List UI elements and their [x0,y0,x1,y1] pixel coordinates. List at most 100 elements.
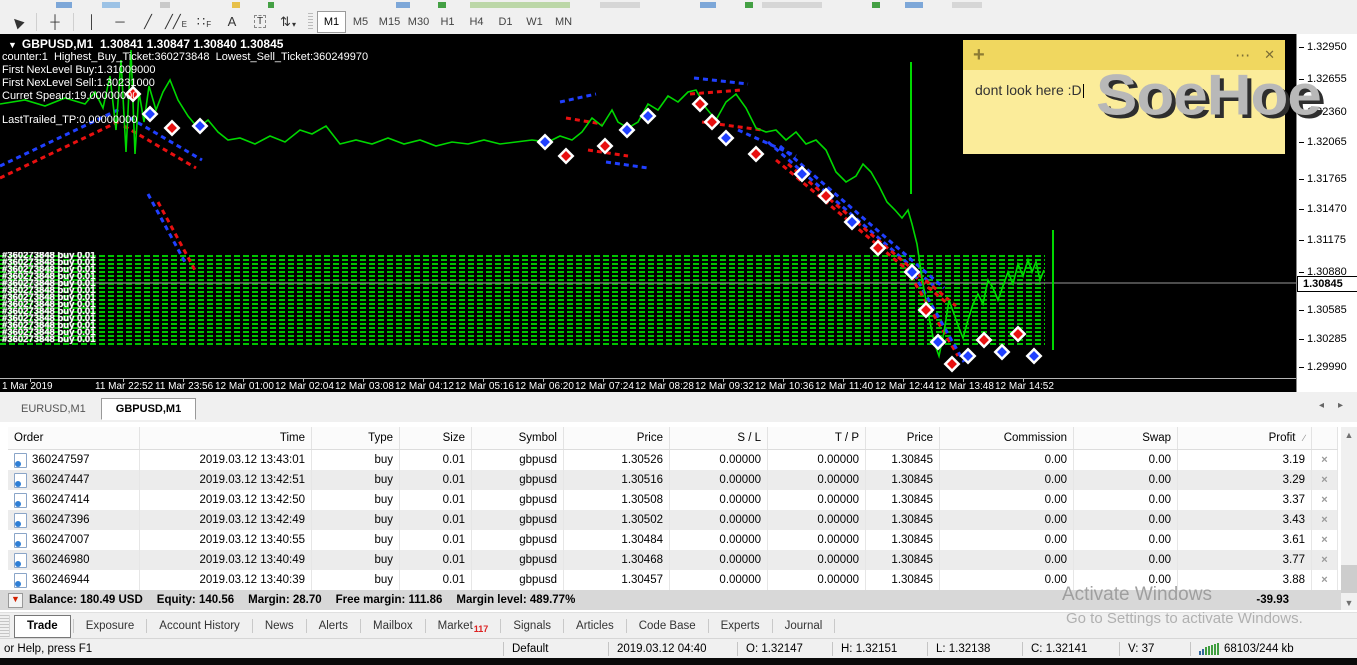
order-doc-icon [14,573,27,588]
tab-scroll-left-icon[interactable]: ◂ [1319,400,1324,411]
timeframe-m30[interactable]: M30 [404,11,433,33]
trendline-button[interactable]: ╱ [135,10,161,33]
status-cells: Default2019.03.12 04:40O: 1.32147H: 1.32… [503,642,1357,656]
timeframe-d1[interactable]: D1 [491,11,520,33]
close-order-icon[interactable]: × [1312,510,1338,530]
pointer-button[interactable]: ◀ [5,10,31,33]
column-header-swap[interactable]: Swap [1074,427,1178,449]
cell-commission: 0.00 [940,490,1074,510]
cell-symbol: gbpusd [472,470,564,490]
note-close-icon[interactable]: ✕ [1264,47,1275,63]
column-header-type[interactable]: Type [312,427,400,449]
time-tick [123,379,124,382]
close-order-icon[interactable]: × [1312,550,1338,570]
table-row[interactable]: 3602473962019.03.12 13:42:49buy0.01gbpus… [8,510,1338,530]
scroll-up-icon[interactable]: ▲ [1341,427,1357,442]
terminal-tab-market[interactable]: Market117 [428,617,499,636]
close-order-icon[interactable]: × [1312,490,1338,510]
table-row[interactable]: 3602470072019.03.12 13:40:55buy0.01gbpus… [8,530,1338,550]
arrows-dropdown-icon: ⇅ [280,14,291,30]
terminal-tab-exposure[interactable]: Exposure [76,617,145,636]
cell-commission: 0.00 [940,510,1074,530]
terminal-tab-account-history[interactable]: Account History [149,617,250,636]
collapse-icon[interactable]: ▼ [8,40,17,50]
text-label-button[interactable]: T [247,10,273,33]
cell-symbol: gbpusd [472,550,564,570]
note-menu-icon[interactable]: ⋯ [1235,46,1250,64]
note-add-icon[interactable]: + [973,44,985,67]
table-row[interactable]: 3602474142019.03.12 13:42:50buy0.01gbpus… [8,490,1338,510]
chart-tab-gbpusd-m1[interactable]: GBPUSD,M1 [101,398,196,420]
timeframe-w1[interactable]: W1 [520,11,549,33]
close-order-icon[interactable]: × [1312,470,1338,490]
column-header-sl[interactable]: S / L [670,427,768,449]
table-row[interactable]: 3602475972019.03.12 13:43:01buy0.01gbpus… [8,450,1338,470]
network-bars-icon [1199,643,1219,655]
status-profile[interactable]: Default [503,642,608,656]
time-tick [1023,379,1024,382]
activate-windows-subtext: Go to Settings to activate Windows. [1066,610,1303,627]
column-header-order[interactable]: Order [8,427,140,449]
arrows-dropdown-button[interactable]: ⇅▾ [275,10,301,33]
price-tick [1299,240,1304,241]
status-open-price: O: 1.32147 [737,642,832,656]
tab-scroll-right-icon[interactable]: ▸ [1338,400,1343,411]
column-header-profit[interactable]: Profit∕ [1178,427,1312,449]
equidistant-channel-button[interactable]: ╱╱E [163,10,189,33]
terminal-tab-articles[interactable]: Articles [566,617,624,636]
terminal-tab-experts[interactable]: Experts [711,617,770,636]
column-header-time[interactable]: Time [140,427,312,449]
price-tick [1299,339,1304,340]
close-order-icon[interactable]: × [1312,530,1338,550]
time-tick [183,379,184,382]
close-order-icon[interactable]: × [1312,570,1338,590]
scroll-down-icon[interactable]: ▼ [1341,595,1357,610]
timeframe-h4[interactable]: H4 [462,11,491,33]
toolbar-grip[interactable] [308,13,313,31]
price-value: 1.30880 [1307,266,1347,278]
terminal-tab-journal[interactable]: Journal [775,617,833,636]
scroll-thumb[interactable] [1341,565,1357,593]
time-tick-label: 11 Mar 23:56 [155,381,213,392]
order-number: 360247414 [32,494,90,506]
cell-order: 360247396 [8,510,140,530]
terminal-tab-trade[interactable]: Trade [14,615,71,638]
column-header-commission[interactable]: Commission [940,427,1074,449]
table-row[interactable]: 3602474472019.03.12 13:42:51buy0.01gbpus… [8,470,1338,490]
terminal-tab-news[interactable]: News [255,617,304,636]
timeframe-m1[interactable]: M1 [317,11,346,33]
fibonacci-button[interactable]: ∷F [191,10,217,33]
terminal-tab-mailbox[interactable]: Mailbox [363,617,423,636]
terminal-grip[interactable] [0,615,10,637]
horizontal-line-button[interactable]: ─ [107,10,133,33]
time-axis[interactable]: 1 Mar 201911 Mar 22:5211 Mar 23:5612 Mar… [0,378,1296,393]
chart-tab-eurusd-m1[interactable]: EURUSD,M1 [6,398,101,420]
terminal-scrollbar[interactable]: ▲ ▼ [1341,427,1357,610]
crosshair-button[interactable]: ┼ [42,10,68,33]
column-header-price[interactable]: Price [564,427,670,449]
time-tick-label: 12 Mar 04:12 [395,381,454,392]
column-header-symbol[interactable]: Symbol [472,427,564,449]
timeframe-m5[interactable]: M5 [346,11,375,33]
column-header-size[interactable]: Size [400,427,472,449]
cell-sl: 0.00000 [670,490,768,510]
timeframe-mn[interactable]: MN [549,11,578,33]
cell-time: 2019.03.12 13:42:49 [140,510,312,530]
screen-edge-strip [0,658,1357,665]
terminal-tab-signals[interactable]: Signals [503,617,561,636]
terminal-tab-code-base[interactable]: Code Base [629,617,706,636]
vertical-line-button[interactable]: │ [79,10,105,33]
time-tick-label: 12 Mar 07:24 [575,381,634,392]
text-button[interactable]: A [219,10,245,33]
chart-window[interactable]: #360273848 buy 0.01#360273848 buy 0.01#3… [0,34,1357,392]
cell-size: 0.01 [400,510,472,530]
column-header-price[interactable]: Price [866,427,940,449]
cell-type: buy [312,510,400,530]
timeframe-m15[interactable]: M15 [375,11,404,33]
terminal-tab-alerts[interactable]: Alerts [309,617,358,636]
text-icon: A [228,14,237,29]
column-header-tp[interactable]: T / P [768,427,866,449]
table-row[interactable]: 3602469802019.03.12 13:40:49buy0.01gbpus… [8,550,1338,570]
close-order-icon[interactable]: × [1312,450,1338,470]
timeframe-h1[interactable]: H1 [433,11,462,33]
